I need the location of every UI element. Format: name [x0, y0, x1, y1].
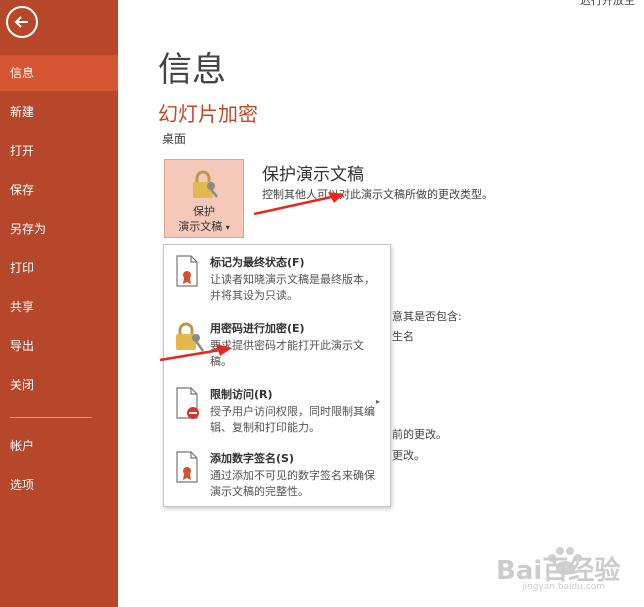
- backstage-sidebar: 信息 新建 打开 保存 另存为 打印 共享 导出 关闭 帐户 选项: [0, 0, 118, 607]
- section-title: 保护演示文稿: [262, 165, 364, 185]
- document-title: 幻灯片加密: [158, 102, 258, 126]
- final-document-icon: [176, 255, 198, 287]
- menu-item-title: 用密码进行加密(E): [210, 322, 305, 335]
- protect-presentation-button[interactable]: 保护 演示文稿 ▾: [164, 159, 244, 238]
- menu-item-title: 标记为最终状态(F): [210, 256, 305, 269]
- protect-button-label-1: 保护: [193, 205, 215, 218]
- document-path: 桌面: [162, 132, 187, 146]
- protect-button-label-2: 演示文稿 ▾: [178, 220, 230, 233]
- back-button[interactable]: [6, 6, 38, 38]
- sidebar-divider: [10, 417, 92, 418]
- sidebar-item-share[interactable]: 共享: [0, 289, 118, 325]
- menu-item-add-digital-signature[interactable]: 添加数字签名(S) 通过添加不可见的数字签名来确保演示文稿的完整性。: [164, 443, 390, 507]
- protect-dropdown-menu: 标记为最终状态(F) 让读者知晓演示文稿是最终版本，并将其设为只读。 用密码进行…: [163, 244, 391, 507]
- sidebar-item-save[interactable]: 保存: [0, 172, 118, 208]
- sidebar-item-new[interactable]: 新建: [0, 94, 118, 130]
- sidebar-item-close[interactable]: 关闭: [0, 367, 118, 403]
- menu-item-mark-as-final[interactable]: 标记为最终状态(F) 让读者知晓演示文稿是最终版本，并将其设为只读。: [164, 247, 390, 311]
- background-text: 前的更改。: [392, 428, 447, 441]
- menu-item-description: 授予用户访问权限，同时限制其编辑、复制和打印能力。: [210, 405, 375, 434]
- sidebar-item-options[interactable]: 选项: [0, 467, 118, 503]
- sidebar-item-save-as[interactable]: 另存为: [0, 211, 118, 247]
- menu-item-title: 添加数字签名(S): [210, 452, 294, 465]
- digital-signature-icon: [176, 451, 198, 483]
- lock-key-icon: [193, 170, 218, 198]
- dropdown-caret-icon: ▾: [225, 223, 230, 232]
- sidebar-item-print[interactable]: 打印: [0, 250, 118, 286]
- background-text: 生名: [392, 330, 414, 343]
- background-text: 更改。: [392, 449, 425, 462]
- info-panel: 信息 幻灯片加密 桌面 保护 演示文稿 ▾ 保护演示文稿 控制其他人可以对此演示…: [118, 0, 644, 607]
- menu-item-description: 通过添加不可见的数字签名来确保演示文稿的完整性。: [210, 469, 375, 498]
- page-title: 信息: [158, 50, 226, 90]
- submenu-arrow-icon: ▸: [376, 397, 381, 406]
- background-text: 意其是否包含:: [392, 310, 462, 323]
- sidebar-item-account[interactable]: 帐户: [0, 428, 118, 464]
- annotation-arrow-icon: [159, 344, 232, 362]
- restrict-access-icon: [176, 387, 199, 419]
- back-arrow-icon: [14, 16, 28, 28]
- sidebar-item-export[interactable]: 导出: [0, 328, 118, 364]
- menu-item-description: 让读者知晓演示文稿是最终版本，并将其设为只读。: [210, 273, 375, 302]
- watermark-url: jingyan.baidu.com: [522, 582, 606, 592]
- sidebar-item-info[interactable]: 信息: [0, 55, 118, 91]
- sidebar-item-open[interactable]: 打开: [0, 133, 118, 169]
- menu-item-restrict-access[interactable]: 限制访问(R) 授予用户访问权限，同时限制其编辑、复制和打印能力。 ▸: [164, 379, 390, 443]
- menu-item-title: 限制访问(R): [210, 388, 273, 401]
- annotation-arrow-icon: [253, 192, 344, 216]
